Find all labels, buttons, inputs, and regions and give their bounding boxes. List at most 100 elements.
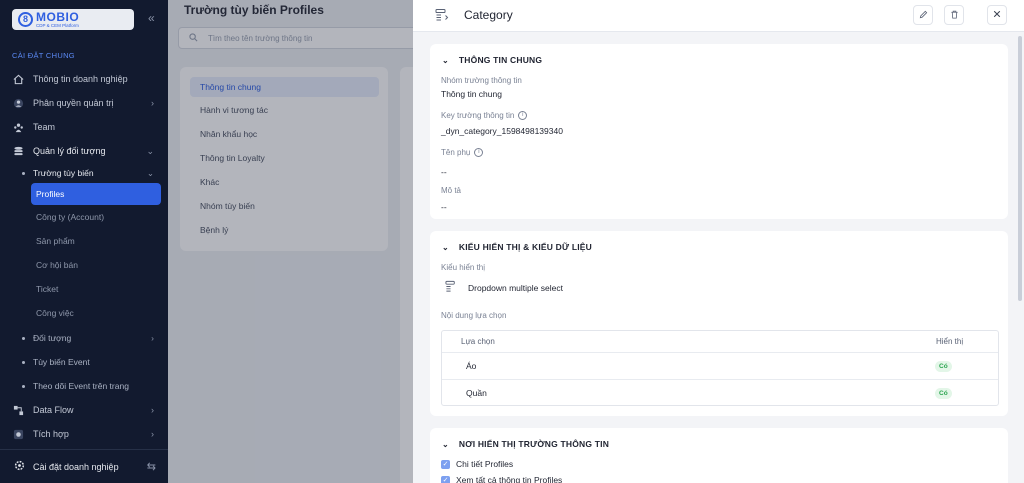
chevron-right-icon: ›	[151, 98, 154, 108]
sidebar-subitem-custom-event[interactable]: Tùy biến Event	[22, 354, 162, 370]
delete-button[interactable]	[944, 5, 964, 25]
sidebar-leaf-opportunities[interactable]: Cơ hội bán	[36, 260, 78, 270]
chevron-down-icon: ⌄	[146, 145, 154, 156]
display-type-toggle[interactable]: ⌄ KIỂU HIỂN THỊ & KIỂU DỮ LIỆU	[442, 242, 592, 252]
sidebar-item-label: Tích hợp	[33, 429, 69, 439]
bullet-icon	[22, 171, 25, 175]
section-heading: KIỂU HIỂN THỊ & KIỂU DỮ LIỆU	[458, 242, 592, 252]
chevron-down-icon: ⌄	[442, 55, 449, 65]
brand-name: MOBIO	[36, 9, 80, 24]
info-icon[interactable]: i	[474, 148, 484, 158]
sidebar-subitem-custom-fields[interactable]: Trường tùy biến ⌄	[22, 165, 162, 181]
sidebar-item-object-management[interactable]: Quản lý đối tượng ⌄	[12, 143, 160, 159]
collapse-sidebar-icon[interactable]: «	[148, 11, 155, 25]
options-table: Lựa chọn Hiển thị Áo Có Quần Có	[441, 330, 999, 406]
options-label: Nội dung lựa chọn	[441, 311, 507, 320]
sidebar-subitem-web-event-tracking[interactable]: Theo dõi Event trên trang	[22, 378, 162, 394]
description-value: --	[441, 202, 447, 212]
bullet-icon	[22, 336, 25, 340]
group-value: Thông tin chung	[441, 89, 502, 99]
chevron-down-icon: ⌄	[442, 242, 449, 252]
scrollbar[interactable]	[1018, 36, 1022, 301]
column-header-visible: Hiển thị	[936, 337, 964, 346]
general-info-toggle[interactable]: ⌄ THÔNG TIN CHUNG	[442, 55, 542, 65]
chevron-right-icon: ›	[151, 333, 154, 343]
close-icon	[993, 10, 1001, 20]
sidebar: 8 MOBIO CDP & CEM Platform « CÀI ĐẶT CHU…	[0, 0, 168, 483]
bullet-icon	[22, 384, 25, 388]
sidebar-leaf-products[interactable]: Sản phẩm	[36, 236, 75, 246]
logo-mark: 8	[18, 12, 33, 27]
alias-label: Tên phụ	[441, 148, 471, 157]
chevron-down-icon: ⌄	[146, 167, 154, 178]
sidebar-item-label: Phân quyền quản trị	[33, 98, 114, 108]
home-icon	[12, 73, 24, 85]
checkbox-label: Chi tiết Profiles	[456, 459, 514, 469]
dropdown-list-icon	[445, 280, 458, 295]
business-settings[interactable]: Cài đặt doanh nghiệp ⇆	[0, 449, 168, 483]
section-heading: NƠI HIỂN THỊ TRƯỜNG THÔNG TIN	[458, 439, 610, 449]
general-info-card: ⌄ THÔNG TIN CHUNG Nhóm trường thông tin …	[430, 44, 1008, 219]
sidebar-leaf-account[interactable]: Công ty (Account)	[36, 212, 104, 222]
close-button[interactable]	[987, 5, 1007, 25]
pencil-icon	[919, 10, 928, 21]
database-icon	[12, 145, 24, 157]
chevron-right-icon: ›	[151, 429, 154, 439]
section-heading: THÔNG TIN CHUNG	[458, 55, 543, 65]
description-label: Mô tả	[441, 186, 462, 195]
info-icon[interactable]: i	[518, 111, 528, 121]
team-icon	[12, 121, 24, 133]
sidebar-item-permissions[interactable]: Phân quyền quản trị ›	[12, 95, 160, 111]
visible-badge: Có	[935, 388, 952, 399]
sidebar-leaf-profiles[interactable]: Profiles	[31, 183, 161, 205]
edit-button[interactable]	[913, 5, 933, 25]
table-row: Áo Có	[442, 352, 998, 379]
dropdown-list-icon	[435, 8, 449, 22]
sidebar-subitem-objects[interactable]: Đối tượng ›	[22, 330, 162, 346]
trash-icon	[950, 10, 959, 21]
table-row: Quần Có	[442, 379, 998, 406]
key-label-row: Key trường thông tin i	[441, 111, 528, 121]
alias-label-row: Tên phụ i	[441, 148, 484, 158]
sidebar-item-data-flow[interactable]: Data Flow ›	[12, 402, 160, 418]
sidebar-item-label: Team	[33, 122, 56, 132]
checkbox-checked-icon: ✓	[441, 459, 450, 469]
drawer-title: Category	[464, 8, 513, 22]
display-type-card: ⌄ KIỂU HIỂN THỊ & KIỂU DỮ LIỆU Kiểu hiển…	[430, 231, 1008, 416]
checkbox-view-all-profile[interactable]: ✓ Xem tất cả thông tin Profiles	[441, 475, 562, 483]
option-label: Áo	[466, 361, 477, 371]
group-label: Nhóm trường thông tin	[441, 76, 522, 85]
sidebar-leaf-tasks[interactable]: Công việc	[36, 308, 74, 318]
display-type-text: Dropdown multiple select	[468, 282, 563, 293]
drawer-header: Category	[413, 0, 1024, 32]
table-header: Lựa chọn Hiển thị	[442, 331, 998, 353]
gear-icon	[14, 460, 25, 473]
brand-logo[interactable]: 8 MOBIO CDP & CEM Platform	[12, 9, 134, 30]
key-label: Key trường thông tin	[441, 111, 515, 120]
sidebar-leaf-ticket[interactable]: Ticket	[36, 284, 58, 294]
display-type-value: Dropdown multiple select	[445, 280, 563, 295]
sidebar-item-integration[interactable]: Tích hợp ›	[12, 426, 160, 442]
sidebar-subitem-label: Trường tùy biến	[33, 168, 94, 178]
sidebar-item-business-info[interactable]: Thông tin doanh nghiệp	[12, 71, 160, 87]
placement-card: ⌄ NƠI HIỂN THỊ TRƯỜNG THÔNG TIN ✓ Chi ti…	[430, 428, 1008, 483]
visible-badge: Có	[935, 361, 952, 372]
display-type-label: Kiểu hiển thị	[441, 263, 486, 272]
field-detail-drawer: Category ⌄ THÔNG TIN CHUNG Nhóm trường t…	[413, 0, 1024, 483]
data-flow-icon	[12, 404, 24, 416]
bullet-icon	[22, 360, 25, 364]
placement-toggle[interactable]: ⌄ NƠI HIỂN THỊ TRƯỜNG THÔNG TIN	[442, 439, 609, 449]
integration-icon	[12, 428, 24, 440]
switch-icon[interactable]: ⇆	[147, 460, 156, 473]
alias-value: --	[441, 167, 447, 177]
chevron-down-icon: ⌄	[442, 439, 449, 449]
modal-overlay[interactable]	[168, 0, 413, 483]
checkbox-checked-icon: ✓	[441, 475, 450, 483]
key-value: _dyn_category_1598498139340	[441, 126, 563, 136]
checkbox-label: Xem tất cả thông tin Profiles	[456, 475, 563, 483]
sidebar-item-team[interactable]: Team	[12, 119, 160, 135]
business-settings-label: Cài đặt doanh nghiệp	[33, 461, 119, 472]
chevron-right-icon: ›	[151, 405, 154, 415]
checkbox-profile-detail[interactable]: ✓ Chi tiết Profiles	[441, 459, 513, 469]
sidebar-subitem-label: Đối tượng	[33, 333, 72, 343]
